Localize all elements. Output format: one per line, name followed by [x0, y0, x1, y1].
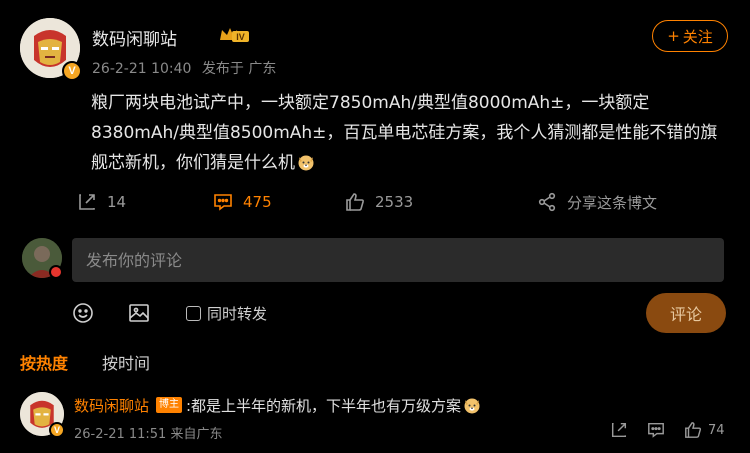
tab-sort-hot[interactable]: 按热度 [20, 350, 68, 374]
share-icon [538, 192, 556, 212]
comment-text-content: :都是上半年的新机，下半年也有万级方案 [186, 397, 462, 415]
like-button[interactable]: 2533 [345, 186, 413, 218]
commenter-verified-badge: V [49, 422, 65, 438]
follow-button[interactable]: + 关注 [652, 20, 728, 52]
comment-location: 来自广东 [170, 427, 223, 442]
verified-badge: V [62, 61, 82, 81]
also-repost-label: 同时转发 [207, 304, 268, 323]
share-label: 分享这条博文 [567, 193, 658, 212]
like-count: 2533 [375, 193, 414, 211]
author-tag: 博主 [156, 397, 182, 413]
share-button[interactable]: 分享这条博文 [537, 186, 657, 218]
emoji-button[interactable] [72, 302, 94, 324]
also-repost-checkbox[interactable] [186, 305, 201, 321]
repost-icon [611, 422, 627, 438]
post-text-content: 粮厂两块电池试产中，一块额定7850mAh/典型值8000mAh±，一块额定83… [91, 93, 718, 173]
tab-sort-time[interactable]: 按时间 [102, 350, 150, 374]
post-time: 26-2-21 10:40 [92, 61, 192, 77]
comment-like-count: 74 [708, 423, 725, 438]
comment-item: V 数码闲聊站 博主 :都是上半年的新机，下半年也有万级方案 26-2-21 1… [20, 392, 730, 444]
comment-time: 26-2-21 11:51 [74, 427, 167, 442]
post-header: V 数码闲聊站 IV 26-2-21 10:40 发布于 广东 + 关注 [20, 18, 730, 81]
smiley-icon [73, 303, 93, 323]
user-badge [49, 265, 63, 279]
action-bar: 14 475 2533 分享这条博文 [0, 186, 750, 218]
follow-label: 关注 [682, 27, 713, 46]
repost-count: 14 [107, 193, 127, 211]
plus-icon: + [667, 27, 680, 45]
repost-icon [79, 194, 95, 210]
comment-reply-button[interactable] [647, 421, 665, 439]
comment-like-button[interactable] [684, 421, 702, 439]
repost-button[interactable]: 14 [77, 186, 126, 218]
image-button[interactable] [128, 302, 150, 324]
comment-repost-button[interactable] [610, 421, 628, 439]
comment-button[interactable]: 475 [213, 186, 272, 218]
comment-text: :都是上半年的新机，下半年也有万级方案 [186, 395, 481, 416]
comment-sort-tabs: 按热度 按时间 [20, 350, 150, 374]
post-meta: 26-2-21 10:40 发布于 广东 [92, 58, 276, 78]
submit-comment-button[interactable]: 评论 [646, 293, 726, 333]
comment-icon [214, 194, 232, 211]
comment-input[interactable] [72, 238, 724, 282]
doge-emoji [298, 155, 314, 171]
level-text: IV [236, 32, 245, 42]
commenter-name[interactable]: 数码闲聊站 [74, 395, 149, 416]
comment-count: 475 [243, 193, 272, 211]
image-icon [129, 304, 149, 322]
also-repost-option[interactable]: 同时转发 [186, 302, 267, 324]
comment-icon [648, 422, 664, 438]
post-source: 发布于 广东 [201, 61, 277, 77]
thumbs-up-icon [346, 193, 364, 211]
post-text: 粮厂两块电池试产中，一块额定7850mAh/典型值8000mAh±，一块额定83… [91, 88, 731, 178]
doge-emoji [464, 398, 480, 414]
author-name[interactable]: 数码闲聊站 [92, 25, 177, 50]
thumbs-up-icon [685, 422, 702, 438]
crown-level-icon: IV [220, 28, 249, 42]
comment-meta: 26-2-21 11:51 来自广东 [74, 423, 223, 442]
comment-compose: 同时转发 评论 [20, 236, 730, 336]
